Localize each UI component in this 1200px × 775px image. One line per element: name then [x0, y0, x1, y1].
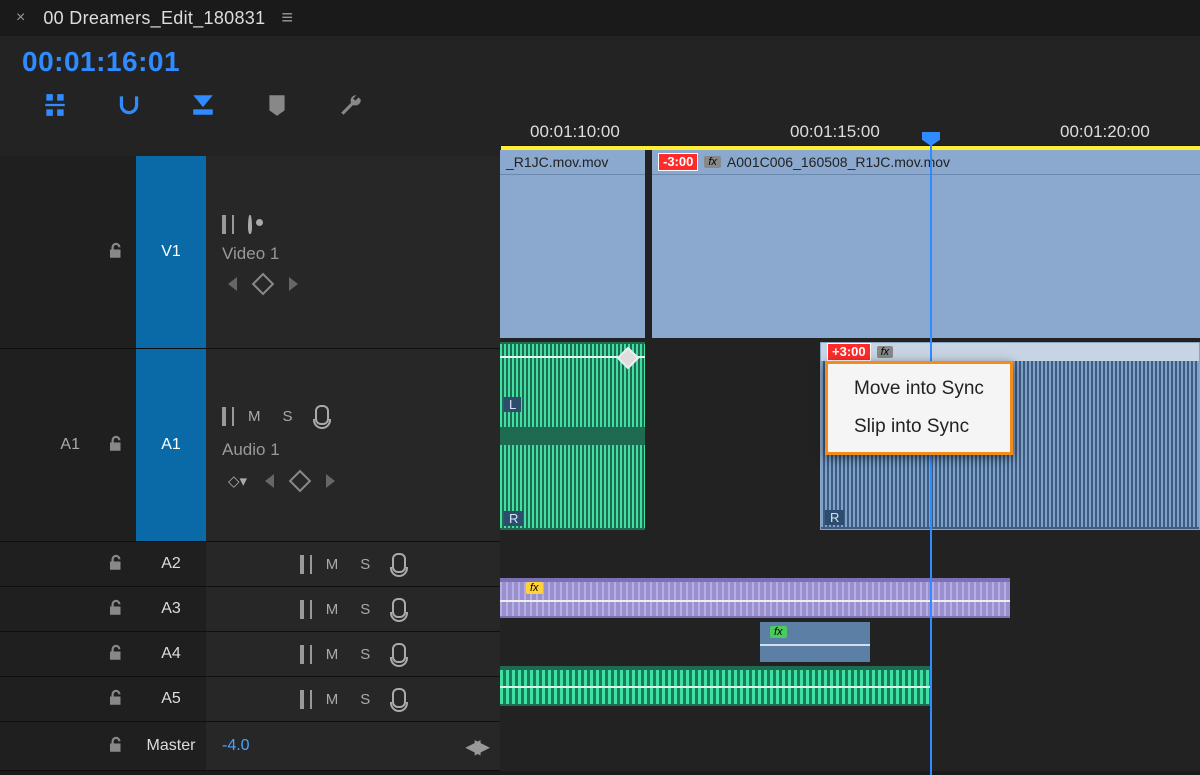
sync-offset-badge[interactable]: -3:00: [658, 153, 698, 171]
track-header-master: Master -4.0 ◀▶: [0, 722, 500, 771]
add-keyframe-icon[interactable]: [252, 272, 275, 295]
ruler-label: 00:01:15:00: [790, 122, 880, 142]
work-area-bar[interactable]: [501, 146, 1200, 150]
linked-selection-icon[interactable]: [190, 92, 216, 121]
lock-icon[interactable]: [107, 689, 125, 710]
sync-context-menu: Move into Sync Slip into Sync: [825, 361, 1013, 455]
prev-keyframe-icon[interactable]: [228, 277, 237, 291]
master-volume-value[interactable]: -4.0: [222, 737, 250, 755]
lock-icon[interactable]: [107, 242, 125, 263]
source-target-a1[interactable]: A1: [0, 349, 96, 541]
next-keyframe-icon[interactable]: [289, 277, 298, 291]
lock-icon[interactable]: [107, 644, 125, 665]
fx-badge-icon[interactable]: fx: [704, 156, 721, 168]
panel-menu-icon[interactable]: ≡: [275, 7, 293, 30]
ruler-label: 00:01:20:00: [1060, 122, 1150, 142]
pan-balance-icon[interactable]: ◀▶: [465, 734, 484, 759]
audio-clip[interactable]: [500, 666, 930, 706]
mute-button[interactable]: M: [326, 601, 339, 618]
channel-label-r: R: [504, 511, 523, 526]
menu-item-move-into-sync[interactable]: Move into Sync: [828, 370, 1010, 408]
mute-button[interactable]: M: [326, 556, 339, 573]
marker-icon[interactable]: [264, 92, 290, 121]
source-patch-icon[interactable]: [300, 557, 304, 572]
wrench-settings-icon[interactable]: [338, 92, 364, 121]
mute-button[interactable]: M: [326, 646, 339, 663]
snap-icon[interactable]: [116, 92, 142, 121]
next-keyframe-icon[interactable]: [326, 474, 335, 488]
clip-area[interactable]: _R1JC.mov.mov -3:00 fx A001C006_160508_R…: [500, 146, 1200, 775]
source-patch-icon[interactable]: [300, 692, 304, 707]
clip-name: _R1JC.mov.mov: [506, 154, 608, 170]
voice-record-icon[interactable]: [315, 405, 329, 428]
master-label: Master: [136, 722, 206, 770]
close-tab-button[interactable]: ×: [8, 9, 33, 27]
menu-item-slip-into-sync[interactable]: Slip into Sync: [828, 408, 1010, 446]
voice-record-icon[interactable]: [392, 688, 406, 711]
solo-button[interactable]: S: [360, 691, 370, 708]
solo-button[interactable]: S: [360, 556, 370, 573]
toggle-output-eye-icon[interactable]: [248, 217, 252, 232]
channel-label-r: R: [825, 510, 844, 525]
voice-record-icon[interactable]: [392, 643, 406, 666]
source-patch-icon[interactable]: [222, 217, 226, 232]
video-clip[interactable]: -3:00 fx A001C006_160508_R1JC.mov.mov: [652, 150, 1200, 338]
lock-icon[interactable]: [107, 435, 125, 456]
sequence-title[interactable]: 00 Dreamers_Edit_180831: [43, 8, 265, 29]
solo-button[interactable]: S: [360, 601, 370, 618]
track-header-a1: A1 A1 M S Audio 1 ◇▾: [0, 349, 500, 542]
track-header-v1: V1 Video 1: [0, 156, 500, 349]
track-header-a4: A4 M S: [0, 632, 500, 677]
sync-offset-badge[interactable]: +3:00: [827, 343, 871, 361]
prev-keyframe-icon[interactable]: [265, 474, 274, 488]
track-select-v1[interactable]: V1: [136, 156, 206, 348]
track-select-a2[interactable]: A2: [136, 542, 206, 586]
solo-button[interactable]: S: [283, 408, 293, 425]
mute-button[interactable]: M: [326, 691, 339, 708]
track-name-a1[interactable]: Audio 1: [222, 440, 484, 460]
track-select-a5[interactable]: A5: [136, 677, 206, 721]
fx-badge-icon[interactable]: fx: [526, 582, 543, 594]
clip-name: A001C006_160508_R1JC.mov.mov: [727, 154, 950, 170]
source-patch-icon[interactable]: [300, 647, 304, 662]
track-select-a1[interactable]: A1: [136, 349, 206, 541]
nest-sequence-icon[interactable]: [42, 92, 68, 121]
lock-icon[interactable]: [107, 736, 125, 757]
fx-badge-icon[interactable]: fx: [877, 346, 894, 358]
time-ruler-area: 00:01:10:00 00:01:15:00 00:01:20:00: [500, 36, 1200, 146]
source-patch-icon[interactable]: [222, 409, 226, 424]
track-header-a2: A2 M S: [0, 542, 500, 587]
fx-badge-icon[interactable]: fx: [770, 626, 787, 638]
video-clip[interactable]: _R1JC.mov.mov: [500, 150, 645, 338]
track-header-column: V1 Video 1 A1 A1: [0, 156, 500, 771]
audio-clip[interactable]: fx: [760, 622, 870, 662]
ruler-label: 00:01:10:00: [530, 122, 620, 142]
track-name-v1[interactable]: Video 1: [222, 244, 484, 264]
time-ruler[interactable]: 00:01:10:00 00:01:15:00 00:01:20:00: [500, 115, 1200, 146]
lock-icon[interactable]: [107, 599, 125, 620]
track-header-a5: A5 M S: [0, 677, 500, 722]
audio-clip[interactable]: L R: [500, 342, 645, 530]
voice-record-icon[interactable]: [392, 553, 406, 576]
channel-label-l: L: [504, 397, 521, 412]
solo-button[interactable]: S: [360, 646, 370, 663]
source-patch-icon[interactable]: [300, 602, 304, 617]
mute-button[interactable]: M: [248, 408, 261, 425]
track-header-a3: A3 M S: [0, 587, 500, 632]
keyframe-mode-dropdown[interactable]: ◇▾: [228, 472, 247, 490]
audio-clip[interactable]: fx: [500, 578, 1010, 618]
voice-record-icon[interactable]: [392, 598, 406, 621]
lock-icon[interactable]: [107, 554, 125, 575]
add-keyframe-icon[interactable]: [289, 469, 312, 492]
track-select-a3[interactable]: A3: [136, 587, 206, 631]
sequence-tab-bar: × 00 Dreamers_Edit_180831 ≡: [0, 0, 1200, 36]
track-select-a4[interactable]: A4: [136, 632, 206, 676]
